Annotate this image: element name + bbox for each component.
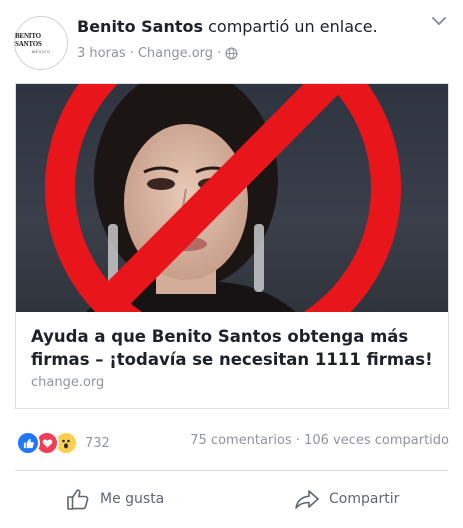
- post-meta: 3 horas · Change.org ·: [77, 46, 238, 61]
- like-button[interactable]: Me gusta: [64, 482, 164, 516]
- feed-post: BENITO SANTOS MÉXICO Benito Santos compa…: [0, 0, 463, 528]
- post-source[interactable]: Change.org: [138, 46, 213, 61]
- author-name[interactable]: Benito Santos: [77, 17, 203, 36]
- reaction-count[interactable]: 732: [85, 436, 110, 451]
- link-preview-image[interactable]: [16, 84, 448, 312]
- meta-separator: ·: [129, 46, 134, 61]
- chevron-down-icon[interactable]: [430, 12, 448, 30]
- share-button[interactable]: Compartir: [293, 482, 399, 516]
- portrait-image: [45, 84, 401, 312]
- divider: [15, 470, 448, 471]
- meta-separator-2: ·: [217, 46, 222, 61]
- link-preview-text[interactable]: Ayuda a que Benito Santos obtenga más fi…: [31, 325, 438, 390]
- avatar[interactable]: BENITO SANTOS MÉXICO: [14, 16, 68, 70]
- avatar-logo: BENITO SANTOS: [15, 32, 42, 48]
- post-headline: Benito Santos compartió un enlace.: [77, 17, 378, 37]
- reactions-summary[interactable]: 732: [16, 431, 110, 455]
- share-button-label: Compartir: [329, 491, 400, 507]
- link-domain: change.org: [31, 375, 105, 390]
- post-action-text: compartió un enlace.: [203, 17, 378, 36]
- share-arrow-icon: [295, 490, 319, 509]
- like-button-label: Me gusta: [100, 491, 165, 507]
- link-title[interactable]: Ayuda a que Benito Santos obtenga más fi…: [31, 325, 438, 371]
- link-preview-card[interactable]: Ayuda a que Benito Santos obtenga más fi…: [15, 83, 449, 409]
- globe-icon[interactable]: [225, 47, 238, 60]
- like-reaction-icon: [16, 431, 40, 455]
- comments-shares-count[interactable]: 75 comentarios · 106 veces compartido: [190, 433, 449, 448]
- thumbs-up-icon: [67, 489, 89, 510]
- post-time[interactable]: 3 horas: [77, 46, 126, 61]
- avatar-logo-sub: MÉXICO: [31, 49, 51, 54]
